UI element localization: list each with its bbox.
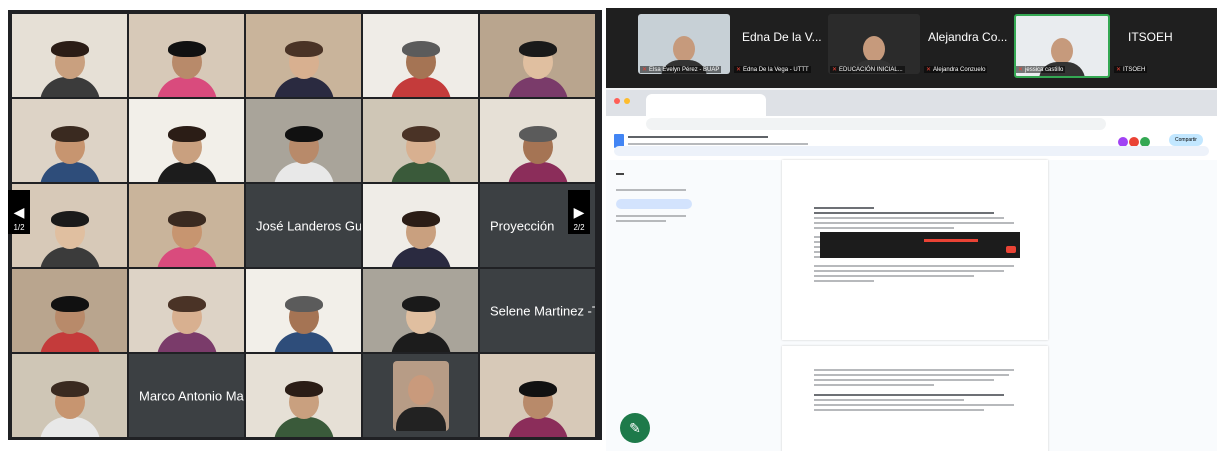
participant-video[interactable] (363, 269, 478, 352)
doc-menu[interactable] (628, 141, 808, 145)
avatar (392, 360, 449, 431)
participant-video[interactable] (246, 354, 361, 437)
participant-video[interactable] (480, 14, 595, 97)
participant-figure (390, 296, 451, 352)
participant-video[interactable] (12, 269, 127, 352)
participant-figure (39, 381, 100, 437)
participant-video[interactable] (12, 14, 127, 97)
speaker-name: Edna De la V... (742, 30, 822, 44)
browser-window: Compartir ✎ (606, 90, 1217, 451)
leave-button[interactable] (1006, 246, 1016, 253)
mic-off-icon: ✕ (1116, 67, 1122, 73)
participant-figure (507, 381, 568, 437)
participant-video[interactable] (12, 354, 127, 437)
speaker-label: ✕ EDUCACIÓN INICIAL... (830, 66, 905, 73)
mic-off-icon: ✕ (926, 67, 932, 73)
speaker-label: ✕ ITSOEH (1114, 66, 1148, 73)
participant-video[interactable] (246, 99, 361, 182)
participant-tile[interactable]: José Landeros Gu... (246, 184, 361, 267)
outline-item[interactable] (616, 199, 692, 209)
address-bar[interactable] (646, 118, 1106, 130)
speaker-label: ✕ Alejandra Conzuelo (924, 66, 988, 73)
participant-video[interactable] (363, 99, 478, 182)
speaker-label-text: jessica castillo (1025, 67, 1064, 73)
speaker-label: ✕ Edna De la Vega - UTTT (734, 66, 811, 73)
close-window-icon[interactable] (614, 98, 620, 104)
participant-name: Selene Martinez -T... (490, 303, 595, 318)
mic-off-icon: ✕ (1018, 67, 1024, 73)
page-indicator: 2/2 (573, 223, 585, 232)
tab-strip (606, 90, 1217, 116)
participant-video[interactable] (363, 14, 478, 97)
participant-figure (507, 126, 568, 182)
participant-video[interactable] (129, 14, 244, 97)
participant-name: José Landeros Gu... (256, 218, 361, 233)
mic-off-icon: ✕ (832, 67, 838, 73)
share-button[interactable]: Compartir (1169, 134, 1203, 146)
participant-figure (507, 41, 568, 97)
participant-figure (390, 41, 451, 97)
participant-figure (156, 211, 217, 267)
edit-icon[interactable]: ✎ (620, 413, 650, 443)
document-canvas: ✎ (606, 160, 1217, 451)
mic-off-icon: ✕ (736, 67, 742, 73)
speaker-strip: ✕ Elsa Evelyn Pérez - BUAP Edna De la V...… (606, 8, 1217, 88)
speaker-label-text: ITSOEH (1123, 67, 1146, 73)
page-indicator: 1/2 (13, 223, 25, 232)
participant-video[interactable] (480, 354, 595, 437)
participant-figure (39, 296, 100, 352)
speaker-label-text: Elsa Evelyn Pérez - BUAP (649, 67, 720, 73)
document-outline[interactable] (616, 170, 696, 225)
video-grid: José Landeros Gu... Proyección Selene Mart… (8, 10, 602, 440)
speaker-label-text: EDUCACIÓN INICIAL... (839, 67, 903, 73)
doc-title[interactable] (628, 132, 768, 138)
speaker-label: ✕ Elsa Evelyn Pérez - BUAP (640, 66, 722, 73)
mic-off-icon: ✕ (642, 67, 648, 73)
doc-page[interactable] (782, 346, 1048, 451)
participant-tile[interactable]: Selene Martinez -T... (480, 269, 595, 352)
participant-tile[interactable] (363, 354, 478, 437)
participant-video[interactable] (12, 99, 127, 182)
browser-tab[interactable] (646, 94, 766, 116)
speaker-name: ITSOEH (1128, 30, 1173, 44)
formatting-toolbar[interactable] (614, 146, 1209, 156)
participant-figure (39, 41, 100, 97)
participant-figure (156, 126, 217, 182)
participant-tile[interactable]: Marco Antonio Mar... (129, 354, 244, 437)
minimize-window-icon[interactable] (624, 98, 630, 104)
participant-figure (273, 381, 334, 437)
speaker-label-text: Edna De la Vega - UTTT (743, 67, 809, 73)
participant-figure (390, 126, 451, 182)
participant-video[interactable] (363, 184, 478, 267)
next-page-button[interactable]: ▶ 2/2 (568, 190, 590, 234)
participant-video[interactable] (129, 184, 244, 267)
speaker-video[interactable] (638, 14, 730, 74)
participant-video[interactable] (129, 99, 244, 182)
participant-video[interactable] (246, 269, 361, 352)
participant-figure (156, 41, 217, 97)
participant-figure (273, 41, 334, 97)
participant-video[interactable] (129, 269, 244, 352)
speaker-label: ✕ jessica castillo (1016, 66, 1066, 73)
participant-figure (390, 211, 451, 267)
speaker-label-text: Alejandra Conzuelo (933, 67, 986, 73)
participant-figure (156, 296, 217, 352)
participant-video[interactable] (246, 14, 361, 97)
speaker-name: Alejandra Co... (928, 30, 1008, 44)
participant-figure (273, 126, 334, 182)
speaker-video[interactable] (828, 14, 920, 74)
participant-name: Marco Antonio Mar... (139, 388, 244, 403)
participant-figure (39, 211, 100, 267)
meeting-controls-overlay[interactable] (820, 232, 1020, 258)
participant-video[interactable] (480, 99, 595, 182)
chevron-right-icon: ▶ (573, 203, 585, 220)
shared-screen: ✕ Elsa Evelyn Pérez - BUAP Edna De la V...… (606, 8, 1217, 451)
prev-page-button[interactable]: ◀ 1/2 (8, 190, 30, 234)
participant-figure (273, 296, 334, 352)
participant-name: Proyección (490, 218, 555, 233)
participant-figure (39, 126, 100, 182)
chevron-left-icon: ◀ (13, 203, 25, 220)
